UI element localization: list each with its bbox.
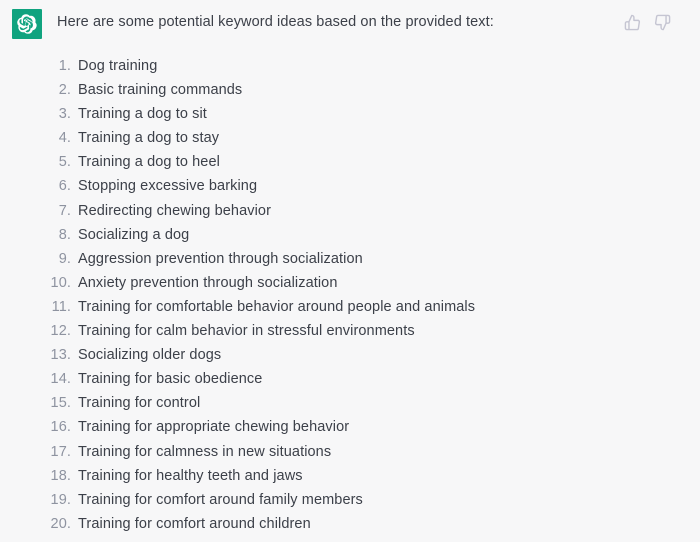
- thumbs-down-button[interactable]: [652, 12, 672, 32]
- list-item-number: 1.: [58, 58, 71, 74]
- list-item: 9. Aggression prevention through socializ…: [45, 247, 690, 271]
- list-item: 1. Dog training: [45, 54, 690, 78]
- list-item-number: 8.: [58, 226, 71, 243]
- keyword-ideas-list: 1. Dog training 2. Basic training commands 3…: [45, 54, 690, 536]
- list-item-number: 18.: [50, 467, 71, 484]
- list-item-label: Basic training commands: [78, 82, 243, 99]
- thumbs-up-button[interactable]: [622, 12, 642, 32]
- list-item-label: Anxiety prevention through socialization: [78, 274, 338, 291]
- list-item-number: 9.: [58, 250, 71, 267]
- list-item: 17. Training for calmness in new situatio…: [45, 440, 690, 464]
- assistant-message-block: Here are some potential keyword ideas ba…: [0, 0, 700, 542]
- list-item: 13. Socializing older dogs: [45, 343, 690, 367]
- list-item-label: Training a dog to heel: [78, 154, 220, 171]
- list-item-label: Training for basic obedience: [78, 371, 263, 388]
- assistant-avatar: [12, 9, 42, 39]
- list-item-number: 13.: [50, 347, 71, 364]
- list-item: 6. Stopping excessive barking: [45, 174, 690, 198]
- list-item: 14. Training for basic obedience: [45, 367, 690, 391]
- list-item-label: Training for healthy teeth and jaws: [78, 467, 303, 484]
- list-item: 19. Training for comfort around family me…: [45, 488, 690, 512]
- list-item-number: 5.: [58, 154, 71, 171]
- list-item-number: 15.: [50, 395, 71, 412]
- thumbs-down-icon: [654, 14, 671, 31]
- list-item-number: 14.: [50, 371, 71, 388]
- list-item-number: 11.: [51, 298, 71, 315]
- list-item-label: Aggression prevention through socializat…: [78, 250, 363, 267]
- list-item: 15. Training for control: [45, 391, 690, 415]
- list-item-number: 6.: [58, 178, 71, 195]
- openai-logo-icon: [17, 14, 37, 34]
- list-item-label: Training for control: [78, 395, 201, 412]
- list-item: 20. Training for comfort around children: [45, 512, 690, 536]
- list-item-number: 19.: [50, 491, 71, 508]
- list-item-label: Stopping excessive barking: [78, 178, 258, 195]
- list-item-label: Training a dog to stay: [78, 130, 220, 147]
- list-item-label: Training for calm behavior in stressful …: [78, 323, 415, 340]
- list-item: 3. Training a dog to sit: [45, 102, 690, 126]
- list-item-label: Training for comfort around family membe…: [78, 491, 363, 508]
- feedback-actions: [622, 12, 672, 32]
- list-item: 8. Socializing a dog: [45, 223, 690, 247]
- list-item: 5. Training a dog to heel: [45, 150, 690, 174]
- list-item: 7. Redirecting chewing behavior: [45, 199, 690, 223]
- list-item: 18. Training for healthy teeth and jaws: [45, 464, 690, 488]
- list-item-label: Socializing older dogs: [78, 347, 222, 364]
- thumbs-up-icon: [624, 14, 641, 31]
- list-item-number: 4.: [58, 130, 71, 147]
- list-item: 2. Basic training commands: [45, 78, 690, 102]
- list-item-number: 12.: [50, 323, 71, 340]
- message-content: Here are some potential keyword ideas ba…: [57, 11, 610, 33]
- list-item: 11. Training for comfortable behavior aro…: [45, 295, 690, 319]
- list-item-label: Training for calmness in new situations: [78, 443, 332, 460]
- list-item: 16. Training for appropriate chewing beha…: [45, 415, 690, 439]
- list-item-label: Training for comfort around children: [78, 515, 311, 532]
- list-item-number: 17.: [50, 443, 71, 460]
- intro-paragraph: Here are some potential keyword ideas ba…: [57, 14, 494, 30]
- list-item: 12. Training for calm behavior in stressf…: [45, 319, 690, 343]
- list-item-number: 10.: [50, 274, 71, 291]
- list-item-number: 2.: [58, 82, 71, 99]
- list-item: 4. Training a dog to stay: [45, 126, 690, 150]
- list-item-label: Training for comfortable behavior around…: [78, 298, 476, 315]
- list-item: 10. Anxiety prevention through socializat…: [45, 271, 690, 295]
- list-item-label: Training a dog to sit: [78, 106, 207, 123]
- list-item-number: 7.: [58, 202, 71, 219]
- list-item-label: Dog training: [78, 58, 158, 74]
- list-item-number: 20.: [50, 515, 71, 532]
- list-item-label: Socializing a dog: [78, 226, 190, 243]
- list-item-label: Training for appropriate chewing behavio…: [78, 419, 350, 436]
- list-item-number: 16.: [50, 419, 71, 436]
- list-item-label: Redirecting chewing behavior: [78, 202, 272, 219]
- list-item-number: 3.: [58, 106, 71, 123]
